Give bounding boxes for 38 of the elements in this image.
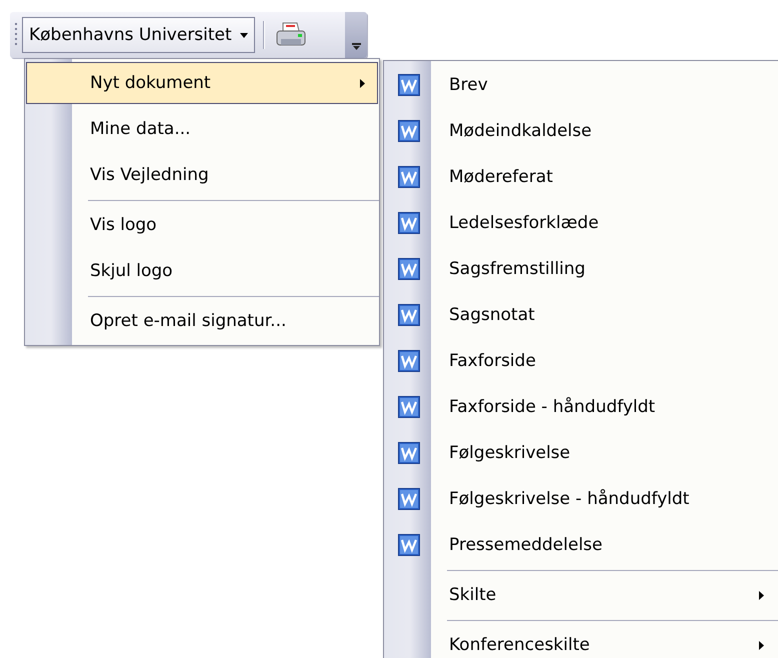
toolbar-options-button[interactable] [345,12,367,58]
menu-item[interactable]: Følgeskrivelse [385,430,777,476]
document-icon [398,534,420,556]
menu-item[interactable]: Mine data... [26,106,378,152]
menu-item[interactable]: Ledelsesforklæde [385,200,777,246]
document-icon [398,74,420,96]
submenu-arrow-icon [759,640,764,650]
menu-item[interactable]: Opret e-mail signatur... [26,298,378,344]
menu-item[interactable]: Faxforside [385,338,777,384]
menu-item[interactable]: Følgeskrivelse - håndudfyldt [385,476,777,522]
menu-item[interactable]: Brev [385,62,777,108]
menu-item[interactable]: Sagsfremstilling [385,246,777,292]
menu-item[interactable]: Vis Vejledning [26,152,378,198]
menu-item[interactable]: Skjul logo [26,248,378,294]
menu-item[interactable]: Faxforside - håndudfyldt [385,384,777,430]
document-icon [398,166,420,188]
submenu-arrow-icon [360,78,365,88]
caret-icon [240,32,248,38]
document-icon [398,258,420,280]
gripper-icon[interactable] [15,22,18,48]
menu-item[interactable]: Konferenceskilte [385,622,777,658]
submenu-arrow-icon [759,590,764,600]
menu-item[interactable]: Mødeindkaldelse [385,108,777,154]
document-icon [398,212,420,234]
menu-item[interactable]: Mødereferat [385,154,777,200]
document-icon [398,120,420,142]
document-icon [398,442,420,464]
menu-item[interactable]: Sagsnotat [385,292,777,338]
document-icon [398,396,420,418]
menu-item[interactable]: Skilte [385,572,777,618]
chevron-icon [352,43,360,50]
document-icon [398,350,420,372]
menu-item[interactable]: Nyt dokument [26,62,378,104]
menu-item[interactable]: Vis logo [26,202,378,248]
menu-button[interactable]: Københavns Universitet [22,17,255,53]
document-icon [398,304,420,326]
menu-item[interactable]: Pressemeddelelse [385,522,777,568]
document-icon [398,488,420,510]
